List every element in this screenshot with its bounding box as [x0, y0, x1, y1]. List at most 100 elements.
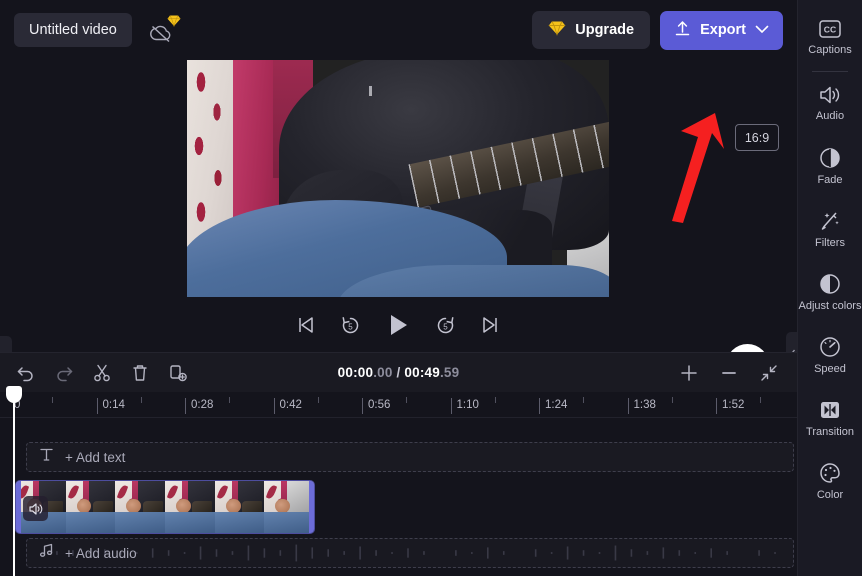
ruler-label: 0:14 — [102, 399, 125, 411]
palette-icon — [820, 462, 840, 483]
player-controls: 5 5 — [187, 300, 609, 350]
zoom-in-button[interactable] — [675, 359, 703, 387]
ruler-tick — [273, 398, 275, 414]
ruler-label: 1:38 — [633, 399, 656, 411]
rewind-5-icon: 5 — [342, 316, 359, 333]
export-button[interactable]: Export — [660, 10, 783, 50]
speedometer-icon — [820, 336, 840, 357]
duplicate-button[interactable] — [164, 359, 192, 387]
contrast-icon — [820, 273, 840, 294]
ruler-label: 1:52 — [722, 399, 745, 411]
sidebar-item-adjust-colors[interactable]: Adjust colors — [798, 265, 862, 319]
sidebar-divider — [812, 71, 848, 72]
sidebar-item-label: Captions — [808, 43, 852, 56]
top-bar: Untitled video Upgrade Export — [0, 0, 797, 60]
undo-icon — [17, 366, 33, 381]
ruler-tick-minor — [671, 397, 673, 403]
add-text-label: + Add text — [65, 449, 126, 465]
sidebar-item-transition[interactable]: Transition — [798, 391, 862, 445]
timecode-separator: / — [392, 365, 405, 380]
export-label: Export — [700, 22, 746, 38]
ruler-tick-minor — [229, 397, 231, 403]
magic-wand-icon — [821, 212, 839, 230]
svg-text:CC: CC — [824, 24, 836, 34]
sidebar-item-label: Fade — [817, 173, 843, 186]
video-highlight — [369, 86, 372, 96]
sidebar-item-label: Color — [816, 488, 844, 501]
zoom-out-button[interactable] — [715, 359, 743, 387]
timecode-display: 00:00.00 / 00:49.59 — [284, 365, 514, 380]
video-clip[interactable] — [15, 480, 315, 534]
svg-text:5: 5 — [348, 322, 353, 331]
skip-to-start-button[interactable] — [295, 314, 317, 336]
captions-icon: CC — [819, 19, 841, 38]
play-button[interactable] — [384, 311, 412, 339]
svg-text:5: 5 — [443, 322, 448, 331]
ruler-label: 1:24 — [545, 399, 568, 411]
sidebar-item-label: Adjust colors — [798, 299, 862, 312]
skip-back-icon — [299, 317, 313, 333]
preview-area: 16:9 ? — [0, 60, 799, 414]
ruler-tick-minor — [140, 397, 142, 403]
aspect-ratio-button[interactable]: 16:9 — [735, 124, 779, 151]
video-preview[interactable] — [187, 60, 609, 297]
text-icon — [39, 447, 54, 467]
sidebar-item-label: Audio — [815, 109, 845, 122]
sidebar-item-audio[interactable]: Audio — [798, 76, 862, 130]
ruler-tick-minor — [760, 397, 762, 403]
clip-filmstrip — [16, 481, 314, 533]
ruler-label: 0:28 — [191, 399, 214, 411]
total-time-frames: .59 — [439, 365, 460, 380]
delete-button[interactable] — [126, 359, 154, 387]
clip-trim-handle-right[interactable] — [309, 481, 314, 533]
chevron-down-icon — [755, 22, 769, 38]
diamond-icon — [167, 14, 181, 32]
timeline-toolbar: 00:00.00 / 00:49.59 — [0, 352, 797, 392]
ruler-tick-minor — [52, 397, 54, 403]
ruler-tick — [539, 398, 540, 414]
ruler-tick-minor — [583, 397, 585, 403]
redo-button[interactable] — [50, 359, 78, 387]
add-audio-track[interactable]: + Add audio — [26, 538, 794, 568]
clip-thumbnail — [65, 481, 116, 533]
sidebar-item-speed[interactable]: Speed — [798, 328, 862, 382]
undo-button[interactable] — [12, 359, 40, 387]
ruler-tick — [450, 398, 452, 414]
redo-icon — [57, 366, 73, 381]
clip-thumbnail — [165, 481, 215, 533]
video-editor-app: Untitled video Upgrade Export 16:9 5 5 0… — [0, 0, 862, 576]
trash-icon — [133, 364, 147, 381]
ruler-tick — [627, 398, 629, 414]
ruler-label: 1:10 — [456, 399, 479, 411]
fit-timeline-button[interactable] — [755, 359, 783, 387]
right-sidebar: CC Captions Audio Fade Filters Adjust co… — [797, 0, 862, 576]
clip-trim-handle-left[interactable] — [16, 481, 21, 533]
sidebar-item-captions[interactable]: CC Captions — [798, 10, 862, 64]
forward-5-icon: 5 — [437, 316, 454, 333]
project-title[interactable]: Untitled video — [14, 13, 132, 47]
clip-mute-button[interactable] — [23, 496, 48, 521]
timeline-ruler[interactable]: 00:140:280:420:561:101:241:381:522 — [0, 392, 850, 418]
current-time-frames: .00 — [373, 365, 393, 380]
add-audio-label: + Add audio — [65, 545, 137, 561]
sidebar-item-fade[interactable]: Fade — [798, 139, 862, 193]
timeline-tracks: + Add text + Add audio — [0, 418, 797, 576]
cloud-status[interactable] — [148, 14, 182, 46]
top-bar-actions: Upgrade Export — [532, 10, 797, 50]
sidebar-item-color[interactable]: Color — [798, 454, 862, 508]
split-button[interactable] — [88, 359, 116, 387]
ruler-tick — [185, 398, 186, 414]
total-time: 00:49 — [404, 365, 440, 380]
plus-icon — [681, 364, 697, 381]
sidebar-item-label: Speed — [814, 362, 846, 375]
add-text-track[interactable]: + Add text — [26, 442, 794, 472]
sidebar-item-filters[interactable]: Filters — [798, 202, 862, 256]
forward-5-button[interactable]: 5 — [434, 314, 457, 337]
speaker-icon — [820, 86, 840, 103]
rewind-5-button[interactable]: 5 — [339, 314, 362, 337]
minus-icon — [722, 371, 736, 374]
skip-to-end-button[interactable] — [479, 314, 501, 336]
upgrade-button[interactable]: Upgrade — [532, 11, 651, 49]
sidebar-item-label: Filters — [815, 236, 845, 249]
clip-thumbnail — [264, 481, 314, 533]
